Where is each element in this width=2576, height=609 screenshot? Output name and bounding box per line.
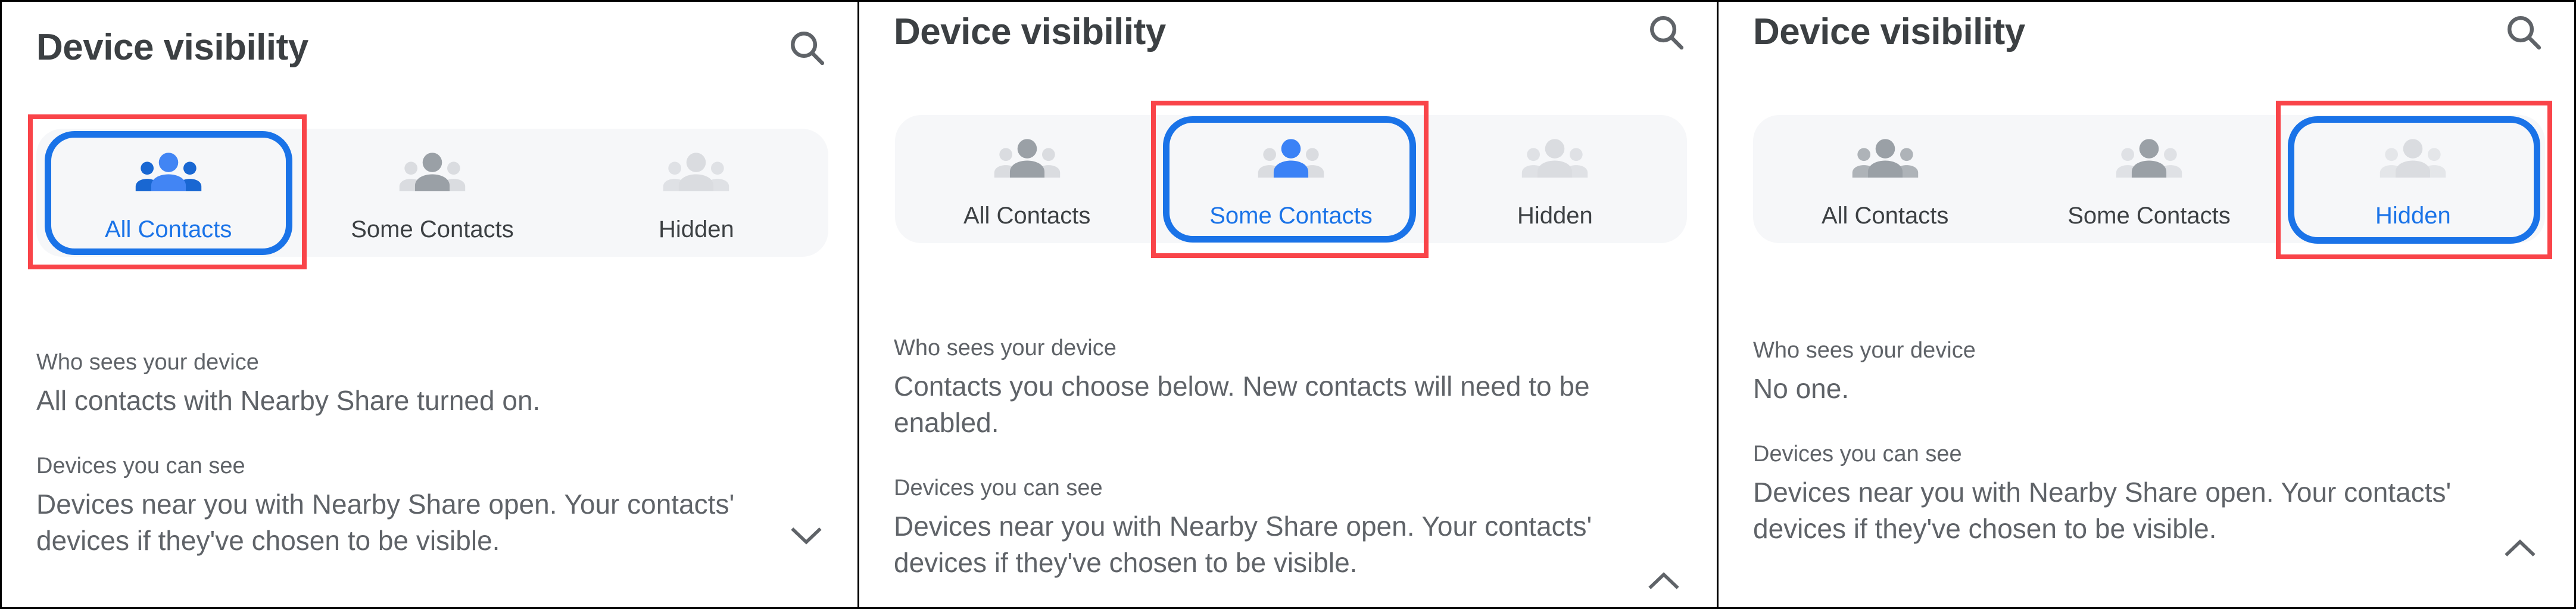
detail-group-devices-you-can-see: Devices you can see Devices near you wit…: [36, 451, 775, 559]
segment-hidden[interactable]: Hidden: [565, 129, 828, 257]
chevron-down-icon[interactable]: [791, 526, 822, 546]
segment-label: All Contacts: [104, 216, 232, 243]
search-icon[interactable]: [2502, 10, 2546, 54]
detail-text: Devices near you with Nearby Share open.…: [1753, 477, 2452, 545]
page-title: Device visibility: [1753, 11, 2025, 52]
panel-details: Who sees your device No one. Devices you…: [1753, 335, 2521, 547]
group-people-icon: [2116, 138, 2182, 178]
segment-some-contacts[interactable]: Some Contacts: [2017, 115, 2281, 243]
detail-label: Devices you can see: [36, 453, 245, 479]
group-people-icon: [399, 152, 466, 191]
group-people-icon: [2380, 138, 2446, 178]
segmented-control-track: All Contacts Some Contacts Hidden: [36, 129, 828, 257]
screenshot-root: Device visibility All Contacts Some Cont…: [0, 0, 2576, 609]
panel-hidden: Device visibility All Contacts Some Cont…: [1719, 0, 2576, 609]
group-people-icon: [135, 152, 201, 191]
segment-label: All Contacts: [963, 202, 1091, 229]
group-people-icon: [1258, 138, 1324, 178]
segmented-control-track: All Contacts Some Contacts Hidden: [895, 115, 1687, 243]
chevron-up-icon[interactable]: [1648, 571, 1679, 591]
detail-group-who-sees: Who sees your device Contacts you choose…: [894, 333, 1662, 441]
segment-all-contacts[interactable]: All Contacts: [36, 129, 300, 257]
search-icon[interactable]: [785, 26, 829, 70]
panel-details: Who sees your device Contacts you choose…: [894, 333, 1662, 580]
segment-hidden[interactable]: Hidden: [2281, 115, 2545, 243]
group-people-icon: [1852, 138, 1918, 178]
detail-text: Contacts you choose below. New contacts …: [894, 371, 1590, 439]
panel-all-contacts: Device visibility All Contacts Some Cont…: [0, 0, 859, 609]
detail-text: No one.: [1753, 373, 1850, 405]
segment-label: Some Contacts: [2067, 202, 2231, 229]
group-people-icon: [663, 152, 729, 191]
detail-text: Devices near you with Nearby Share open.…: [36, 489, 735, 557]
segment-all-contacts[interactable]: All Contacts: [1753, 115, 2017, 243]
detail-text: Devices near you with Nearby Share open.…: [894, 511, 1592, 578]
detail-group-who-sees: Who sees your device All contacts with N…: [36, 347, 775, 419]
detail-label: Who sees your device: [894, 335, 1117, 361]
group-people-icon: [1522, 138, 1588, 178]
detail-label: Devices you can see: [894, 475, 1103, 501]
page-title: Device visibility: [894, 11, 1166, 52]
panel-some-contacts: Device visibility All Contacts Some Cont…: [859, 0, 1719, 609]
chevron-up-icon[interactable]: [2505, 538, 2536, 558]
segment-label: Hidden: [658, 216, 734, 243]
segment-label: Hidden: [2375, 202, 2451, 229]
visibility-segmented-control: All Contacts Some Contacts Hidden: [1753, 101, 2552, 259]
page-title: Device visibility: [36, 26, 308, 68]
segment-hidden[interactable]: Hidden: [1423, 115, 1687, 243]
segment-label: Some Contacts: [351, 216, 514, 243]
search-icon[interactable]: [1644, 10, 1688, 54]
detail-label: Who sees your device: [1753, 338, 1976, 363]
panel-header: Device visibility: [894, 10, 1688, 54]
visibility-segmented-control: All Contacts Some Contacts Hidden: [28, 114, 828, 269]
segment-label: Hidden: [1517, 202, 1593, 229]
detail-group-devices-you-can-see: Devices you can see Devices near you wit…: [1753, 439, 2521, 547]
detail-group-who-sees: Who sees your device No one.: [1753, 335, 2521, 407]
panel-header: Device visibility: [36, 26, 829, 70]
segmented-control-track: All Contacts Some Contacts Hidden: [1753, 115, 2545, 243]
detail-text: All contacts with Nearby Share turned on…: [36, 385, 541, 417]
panel-details: Who sees your device All contacts with N…: [36, 347, 775, 559]
detail-group-devices-you-can-see: Devices you can see Devices near you wit…: [894, 473, 1662, 581]
visibility-segmented-control: All Contacts Some Contacts Hidden: [895, 101, 1687, 258]
segment-some-contacts[interactable]: Some Contacts: [300, 129, 564, 257]
segment-label: Some Contacts: [1209, 202, 1373, 229]
detail-label: Devices you can see: [1753, 442, 1962, 467]
panel-header: Device visibility: [1753, 10, 2546, 54]
segment-label: All Contacts: [1821, 202, 1949, 229]
group-people-icon: [994, 138, 1060, 178]
segment-all-contacts[interactable]: All Contacts: [895, 115, 1159, 243]
detail-label: Who sees your device: [36, 350, 259, 375]
segment-some-contacts[interactable]: Some Contacts: [1159, 115, 1423, 243]
